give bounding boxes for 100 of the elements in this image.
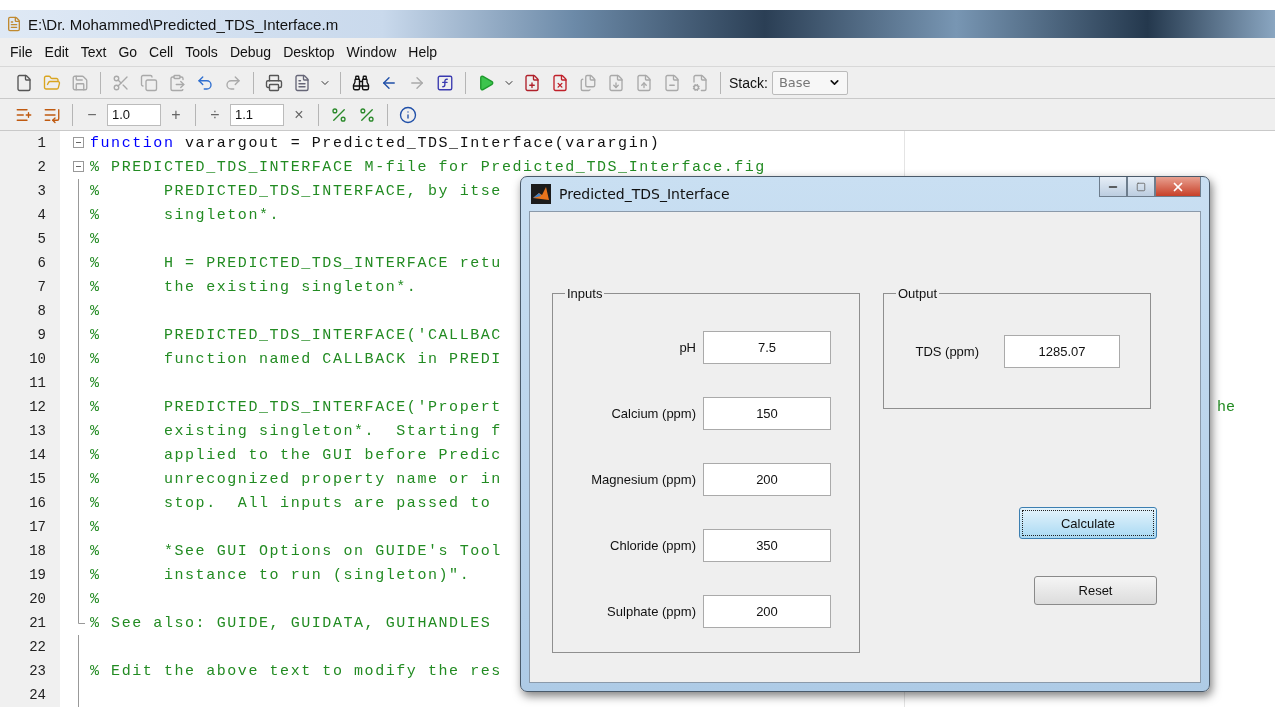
field-label: Magnesium (ppm) — [590, 472, 696, 487]
scissors-icon — [112, 73, 130, 92]
line-number: 3 — [0, 179, 60, 203]
menu-item[interactable]: Desktop — [277, 44, 341, 60]
push-button[interactable]: Reset — [1034, 576, 1157, 605]
menu-item[interactable]: Help — [402, 44, 444, 60]
input-field[interactable]: 7.5 — [703, 331, 831, 364]
line-number: 13 — [0, 419, 60, 443]
output-field[interactable]: 1285.07 — [1004, 335, 1120, 368]
code-line: % applied to the GUI before Predic — [90, 446, 502, 464]
redo-icon — [224, 73, 242, 92]
folder-icon — [43, 73, 61, 92]
line-number: 7 — [0, 275, 60, 299]
document-icon — [293, 73, 311, 92]
fold-icon[interactable] — [73, 137, 84, 148]
menu-item[interactable]: Debug — [223, 44, 278, 60]
line-number: 18 — [0, 539, 60, 563]
line-number: 10 — [0, 347, 60, 371]
line-number: 4 — [0, 203, 60, 227]
play-icon — [477, 73, 495, 92]
toolbar-button[interactable]: − — [81, 105, 103, 124]
maximize-button[interactable] — [1127, 177, 1155, 197]
push-button[interactable]: Calculate — [1019, 507, 1157, 539]
menu-item[interactable]: Edit — [38, 44, 75, 60]
percent-icon — [358, 105, 376, 124]
code-line: % unrecognized property name or in — [90, 470, 502, 488]
code-line: % singleton*. — [90, 206, 281, 224]
code-line: % — [90, 518, 101, 536]
menu-item[interactable]: Window — [340, 44, 403, 60]
field-label: Chloride (ppm) — [609, 538, 696, 553]
document-gear-icon — [691, 73, 709, 92]
line-number: 17 — [0, 515, 60, 539]
line-number: 21 — [0, 611, 60, 635]
toolbar-button[interactable]: × — [288, 105, 310, 124]
code-line: % instance to run (singleton)". — [90, 566, 471, 584]
minimize-button[interactable] — [1099, 177, 1127, 197]
code-fragment: he — [1217, 398, 1235, 416]
code-line: % PREDICTED_TDS_INTERFACE M-file for Predicted_TDS_Interface.fig — [90, 158, 766, 176]
document-x-icon — [551, 73, 569, 92]
save-icon — [71, 73, 89, 92]
line-number: 1 — [0, 131, 60, 155]
code-line: % PREDICTED_TDS_INTERFACE('Propert — [90, 398, 502, 416]
line-number: 24 — [0, 683, 60, 707]
code-line: % function named CALLBACK in PREDI — [90, 350, 502, 368]
line-number: 16 — [0, 491, 60, 515]
code-line: % Edit the above text to modify the res — [90, 662, 502, 680]
toolbar-button[interactable]: ÷ — [204, 105, 226, 124]
line-number: 15 — [0, 467, 60, 491]
field-label: pH — [678, 340, 696, 355]
code-line: % PREDICTED_TDS_INTERFACE, by itse — [90, 182, 502, 200]
document-icon — [6, 16, 22, 32]
dialog-title: Predicted_TDS_Interface — [559, 186, 730, 202]
panel-title: Output — [897, 286, 939, 301]
input-field[interactable]: 200 — [703, 463, 831, 496]
input-field[interactable]: 350 — [703, 529, 831, 562]
panel-title: Inputs — [566, 286, 604, 301]
menu-item[interactable]: Text — [74, 44, 113, 60]
binoculars-icon — [352, 73, 370, 92]
logo-icon — [531, 184, 551, 204]
info-icon — [399, 105, 417, 124]
line-number: 9 — [0, 323, 60, 347]
code-line: % H = PREDICTED_TDS_INTERFACE retu — [90, 254, 502, 272]
line-number: 2 — [0, 155, 60, 179]
menu-item[interactable]: File — [4, 44, 39, 60]
line-number: 19 — [0, 563, 60, 587]
documents-icon — [579, 73, 597, 92]
increment-field[interactable]: 1.1 — [230, 103, 284, 126]
line-number: 8 — [0, 299, 60, 323]
copy-icon — [140, 73, 158, 92]
percent-icon — [330, 105, 348, 124]
code-line: % — [90, 590, 101, 608]
input-field[interactable]: 150 — [703, 397, 831, 430]
code-line: function varargout = Predicted_TDS_Interface(varargin) — [90, 134, 661, 152]
increment-field[interactable]: 1.0 — [107, 103, 161, 126]
line-number: 22 — [0, 635, 60, 659]
stack-dropdown[interactable]: Base — [771, 70, 848, 95]
line-number: 20 — [0, 587, 60, 611]
line-number: 11 — [0, 371, 60, 395]
window-title: E:\Dr. Mohammed\Predicted_TDS_Interface.m — [28, 15, 339, 33]
code-line: % See also: GUIDE, GUIDATA, GUIHANDLES — [90, 614, 492, 632]
toolbar-button[interactable]: + — [165, 105, 187, 124]
code-line: % existing singleton*. Starting f — [90, 422, 502, 440]
document-minus-icon — [663, 73, 681, 92]
input-field[interactable]: 200 — [703, 595, 831, 628]
line-number: 23 — [0, 659, 60, 683]
code-line: % — [90, 302, 101, 320]
menu-item[interactable]: Go — [112, 44, 144, 60]
field-label: Sulphate (ppm) — [606, 604, 696, 619]
undo-icon — [196, 73, 214, 92]
stack-label: Stack: — [729, 74, 768, 91]
document-down-icon — [607, 73, 625, 92]
menu-item[interactable]: Cell — [143, 44, 180, 60]
menu-item[interactable]: Tools — [179, 44, 224, 60]
close-button[interactable] — [1155, 177, 1201, 197]
code-line: % stop. All inputs are passed to — [90, 494, 492, 512]
field-label: TDS (ppm) — [914, 344, 979, 359]
line-number: 5 — [0, 227, 60, 251]
field-label: Calcium (ppm) — [610, 406, 696, 421]
fold-icon[interactable] — [73, 161, 84, 172]
code-line: % — [90, 374, 101, 392]
